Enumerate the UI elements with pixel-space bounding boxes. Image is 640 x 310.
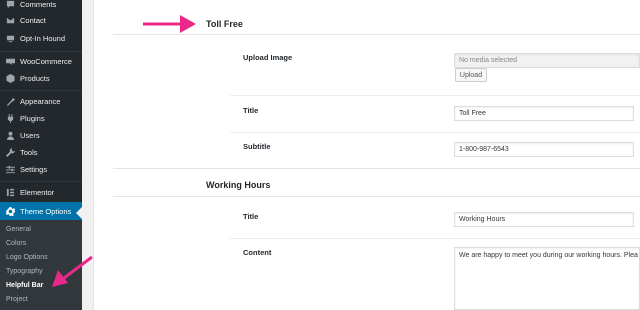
section-divider: [113, 168, 640, 169]
woocommerce-icon: [0, 57, 20, 66]
appearance-icon: [0, 97, 20, 106]
submenu-item-project[interactable]: Project: [6, 296, 28, 303]
products-icon: [0, 74, 20, 83]
mail-icon: [0, 16, 20, 25]
gear-icon: [0, 206, 20, 216]
upload-image-label: Upload Image: [243, 53, 293, 62]
sidebar-item-tools[interactable]: Tools: [0, 144, 82, 161]
subtitle-label: Subtitle: [243, 142, 271, 151]
toll-free-title-input[interactable]: Toll Free: [454, 106, 634, 121]
section-divider: [113, 196, 640, 197]
working-hours-title-label: Title: [243, 212, 259, 221]
sidebar-item-plugins[interactable]: Plugins: [0, 110, 82, 127]
settings-icon: [0, 165, 20, 174]
content-gutter: [82, 0, 93, 310]
tools-icon: [0, 148, 20, 157]
submenu-item-general[interactable]: General: [6, 226, 31, 233]
users-icon: [0, 131, 20, 140]
section-title-toll-free: Toll Free: [206, 19, 243, 29]
optin-icon: [0, 34, 20, 43]
submenu-item-typography[interactable]: Typography: [6, 268, 43, 275]
sidebar-item-contact[interactable]: Contact: [0, 12, 82, 29]
sidebar-item-opt-in-hound[interactable]: Opt-In Hound: [0, 30, 82, 47]
toll-free-title-label: Title: [243, 106, 259, 115]
sidebar-item-elementor[interactable]: Elementor: [0, 184, 82, 201]
submenu-item-logo-options[interactable]: Logo Options: [6, 254, 48, 261]
plugins-icon: [0, 114, 20, 123]
sidebar-item-products[interactable]: Products: [0, 70, 82, 87]
working-hours-title-input[interactable]: Working Hours: [454, 212, 634, 227]
menu-separator: [0, 90, 82, 91]
content-textarea[interactable]: We are happy to meet you during our work…: [454, 247, 640, 310]
sidebar-item-users[interactable]: Users: [0, 127, 82, 144]
submenu-item-helpful-bar[interactable]: Helpful Bar: [6, 282, 43, 289]
sidebar-item-theme-options[interactable]: Theme Options: [0, 202, 82, 220]
sidebar-item-settings[interactable]: Settings: [0, 161, 82, 178]
menu-separator: [0, 51, 82, 52]
admin-sidebar: Comments Contact Opt-In Hound WooCommerc…: [0, 0, 82, 310]
sidebar-item-appearance[interactable]: Appearance: [0, 93, 82, 110]
elementor-icon: [0, 188, 20, 197]
section-divider: [113, 34, 640, 35]
subtitle-input[interactable]: 1-800-987-6543: [454, 142, 634, 157]
field-divider: [230, 95, 640, 96]
field-divider: [230, 132, 640, 133]
content-label: Content: [243, 248, 272, 257]
field-divider: [230, 238, 640, 239]
section-title-working-hours: Working Hours: [206, 180, 271, 190]
theme-options-submenu: General Colors Logo Options Typography H…: [0, 220, 82, 310]
upload-button[interactable]: Upload: [455, 68, 487, 82]
sidebar-item-woocommerce[interactable]: WooCommerce: [0, 53, 82, 70]
submenu-item-colors[interactable]: Colors: [6, 240, 26, 247]
menu-separator: [0, 181, 82, 182]
media-field: No media selected: [454, 53, 640, 68]
comments-icon: [0, 0, 20, 9]
